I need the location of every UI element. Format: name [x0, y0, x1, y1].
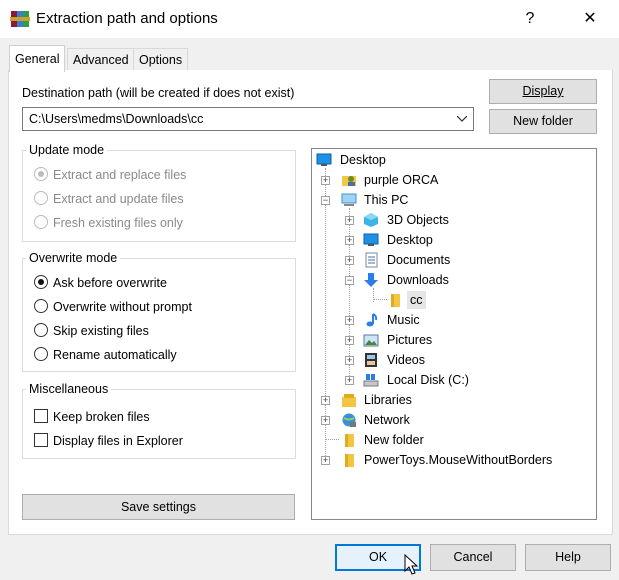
radio-indicator[interactable] — [34, 275, 48, 289]
pictures-icon — [363, 334, 379, 347]
destination-path-combo[interactable]: C:\Users\medms\Downloads\cc — [22, 107, 474, 131]
folder-tree[interactable]: Desktop + purple ORCA − This PC + 3D Obj… — [311, 148, 597, 520]
expand-icon[interactable]: + — [345, 256, 354, 265]
extract-replace-radio[interactable]: Extract and replace files — [34, 166, 284, 184]
checkbox-indicator[interactable] — [34, 433, 48, 447]
overwrite-mode-title: Overwrite mode — [26, 251, 121, 265]
radio-indicator[interactable] — [34, 299, 48, 313]
user-folder-icon — [342, 176, 356, 186]
music-note-icon — [366, 313, 378, 327]
expand-icon[interactable]: + — [345, 236, 354, 245]
folder-icon — [345, 454, 354, 467]
expand-icon[interactable]: + — [321, 456, 330, 465]
libraries-icon — [342, 394, 356, 407]
chevron-down-icon[interactable] — [457, 116, 467, 122]
desktop-icon — [316, 153, 332, 166]
tab-general[interactable]: General — [9, 45, 66, 72]
help-title-button[interactable]: ? — [510, 6, 550, 32]
update-mode-title: Update mode — [26, 143, 108, 157]
radio-indicator[interactable] — [34, 191, 48, 205]
save-settings-button[interactable]: Save settings — [22, 494, 295, 520]
checkbox-indicator[interactable] — [34, 409, 48, 423]
cancel-button[interactable]: Cancel — [430, 544, 516, 571]
window-title: Extraction path and options — [36, 10, 218, 27]
tab-options[interactable]: Options — [133, 48, 189, 71]
expand-icon[interactable]: + — [345, 216, 354, 225]
expand-icon[interactable]: + — [321, 176, 330, 185]
collapse-icon[interactable]: − — [345, 276, 354, 285]
expand-icon[interactable]: + — [345, 376, 354, 385]
expand-icon[interactable]: + — [321, 396, 330, 405]
display-button[interactable]: Display — [489, 79, 597, 104]
cube-icon — [364, 213, 378, 227]
winrar-icon — [10, 11, 30, 27]
film-strip-icon — [365, 353, 377, 367]
hard-drive-icon — [363, 374, 379, 387]
document-icon — [365, 252, 378, 268]
expand-icon[interactable]: + — [345, 336, 354, 345]
skip-existing-radio[interactable]: Skip existing files — [34, 322, 284, 340]
radio-indicator[interactable] — [34, 215, 48, 229]
close-button[interactable]: ✕ — [570, 6, 610, 32]
expand-icon[interactable]: + — [345, 316, 354, 325]
misc-title: Miscellaneous — [26, 382, 112, 396]
rename-automatically-radio[interactable]: Rename automatically — [34, 346, 284, 364]
mouse-cursor-icon — [404, 554, 418, 575]
help-button[interactable]: Help — [525, 544, 611, 571]
folder-icon — [345, 434, 354, 447]
tree-line — [373, 299, 387, 300]
overwrite-without-prompt-radio[interactable]: Overwrite without prompt — [34, 298, 284, 316]
ask-before-overwrite-radio[interactable]: Ask before overwrite — [34, 274, 284, 292]
extract-update-radio[interactable]: Extract and update files — [34, 190, 284, 208]
fresh-existing-radio[interactable]: Fresh existing files only — [34, 214, 284, 232]
radio-indicator[interactable] — [34, 323, 48, 337]
destination-path-value: C:\Users\medms\Downloads\cc — [29, 112, 204, 126]
destination-label: Destination path (will be created if doe… — [22, 86, 295, 100]
collapse-icon[interactable]: − — [321, 196, 330, 205]
radio-indicator[interactable] — [34, 167, 48, 181]
download-arrow-icon — [364, 273, 378, 287]
keep-broken-files-checkbox[interactable]: Keep broken files — [34, 408, 284, 426]
radio-indicator[interactable] — [34, 347, 48, 361]
computer-icon — [341, 193, 357, 206]
network-globe-icon — [342, 413, 356, 427]
folder-icon — [391, 294, 400, 307]
display-files-in-explorer-checkbox[interactable]: Display files in Explorer — [34, 432, 284, 450]
new-folder-button[interactable]: New folder — [489, 109, 597, 134]
desktop-icon — [363, 233, 379, 246]
tab-advanced[interactable]: Advanced — [67, 48, 135, 71]
expand-icon[interactable]: + — [321, 416, 330, 425]
tree-line — [325, 439, 339, 440]
expand-icon[interactable]: + — [345, 356, 354, 365]
